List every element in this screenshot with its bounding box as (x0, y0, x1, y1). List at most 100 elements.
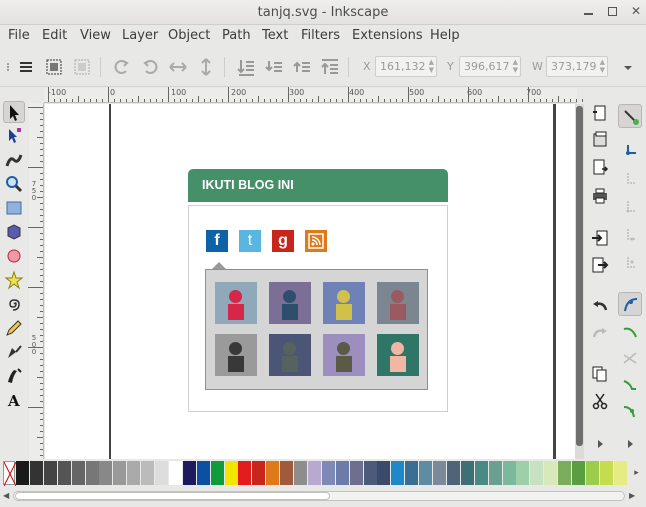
color-swatch[interactable] (585, 461, 599, 485)
spin-arrows-icon[interactable]: ▲ ▼ (600, 58, 605, 74)
vertical-scrollbar[interactable] (575, 104, 584, 459)
more-options-button[interactable] (617, 56, 639, 78)
tweak-tool[interactable] (3, 149, 25, 171)
expand-snap-button[interactable] (618, 432, 642, 456)
avatar-thumbnail[interactable] (377, 334, 419, 376)
redo-button[interactable] (588, 321, 612, 345)
color-swatch[interactable] (224, 461, 238, 485)
color-swatch[interactable] (321, 461, 335, 485)
color-swatch[interactable] (377, 461, 391, 485)
color-swatch[interactable] (599, 461, 613, 485)
palette-menu-button[interactable]: ▸ (630, 461, 643, 485)
snap-bbox-button[interactable] (618, 139, 642, 163)
maximize-button[interactable] (603, 3, 621, 21)
color-swatch[interactable] (16, 461, 29, 485)
scroll-left-icon[interactable]: ◀ (3, 491, 9, 500)
color-swatch[interactable] (57, 461, 71, 485)
open-button[interactable] (588, 128, 612, 152)
menu-file[interactable]: File (8, 28, 30, 43)
spiral-tool[interactable] (3, 293, 25, 315)
close-button[interactable]: ✕ (627, 3, 645, 21)
color-swatch[interactable] (544, 461, 558, 485)
rotate-cw-button[interactable] (139, 56, 161, 78)
avatar-thumbnail[interactable] (215, 334, 257, 376)
color-swatch[interactable] (168, 461, 182, 485)
pen-tool[interactable] (3, 341, 25, 363)
color-swatch[interactable] (363, 461, 377, 485)
export-button[interactable] (588, 253, 612, 277)
flip-horizontal-button[interactable] (167, 56, 189, 78)
star-tool[interactable] (3, 269, 25, 291)
twitter-icon[interactable]: t (239, 230, 261, 252)
select-all-layers-button[interactable] (43, 56, 65, 78)
color-swatch[interactable] (182, 461, 196, 485)
snap-intersections-button[interactable] (618, 347, 642, 371)
avatar-thumbnail[interactable] (215, 282, 257, 324)
import-button[interactable] (588, 226, 612, 250)
spin-arrows-icon[interactable]: ▲ ▼ (513, 58, 518, 74)
color-swatch[interactable] (127, 461, 141, 485)
snap-bbox-edges-button[interactable] (618, 167, 642, 191)
color-swatch[interactable] (29, 461, 43, 485)
horizontal-scrollbar[interactable]: ◀ ▶ (0, 487, 646, 507)
rectangle-tool[interactable] (3, 197, 25, 219)
snap-bbox-corners-button[interactable] (618, 195, 642, 219)
avatar-thumbnail[interactable] (377, 282, 419, 324)
color-swatch[interactable] (141, 461, 155, 485)
menu-object[interactable]: Object (168, 28, 210, 43)
calligraphy-tool[interactable] (3, 365, 25, 387)
menu-path[interactable]: Path (222, 28, 251, 43)
scroll-right-icon[interactable]: ▶ (629, 491, 635, 500)
color-swatch[interactable] (433, 461, 446, 485)
color-swatch[interactable] (252, 461, 266, 485)
no-paint-swatch[interactable] (3, 461, 17, 487)
snap-nodes-button[interactable] (618, 292, 642, 316)
3d-box-tool[interactable] (3, 221, 25, 243)
new-document-button[interactable] (588, 101, 612, 125)
color-swatch[interactable] (294, 461, 307, 485)
snap-midpoints-button[interactable] (618, 223, 642, 247)
raise-to-top-button[interactable] (319, 56, 341, 78)
color-swatch[interactable] (85, 461, 99, 485)
color-swatch[interactable] (155, 461, 168, 485)
color-swatch[interactable] (572, 461, 585, 485)
x-field[interactable]: 161,132 ▲ ▼ (375, 56, 437, 77)
lower-button[interactable] (263, 56, 285, 78)
menu-layer[interactable]: Layer (122, 28, 158, 43)
print-button[interactable] (588, 184, 612, 208)
menu-extensions[interactable]: Extensions (352, 28, 423, 43)
color-swatch[interactable] (238, 461, 252, 485)
y-field[interactable]: 396,617 ▲ ▼ (459, 56, 521, 77)
expand-more-button[interactable] (588, 432, 612, 456)
color-swatch[interactable] (488, 461, 502, 485)
scrollbar-thumb[interactable] (15, 492, 330, 500)
rss-icon[interactable] (305, 230, 327, 252)
ellipse-tool[interactable] (3, 245, 25, 267)
color-swatch[interactable] (460, 461, 474, 485)
copy-button[interactable] (588, 362, 612, 386)
color-swatch[interactable] (335, 461, 349, 485)
color-swatch[interactable] (405, 461, 419, 485)
color-swatch[interactable] (71, 461, 85, 485)
color-swatch[interactable] (391, 461, 405, 485)
menu-filters[interactable]: Filters (301, 28, 340, 43)
snap-cusp-button[interactable] (618, 373, 642, 397)
color-swatch[interactable] (502, 461, 516, 485)
menu-text[interactable]: Text (262, 28, 288, 43)
drawing-canvas[interactable]: IKUTI BLOG INI f t g (45, 104, 575, 459)
color-swatch[interactable] (516, 461, 530, 485)
avatar-thumbnail[interactable] (269, 282, 311, 324)
facebook-icon[interactable]: f (206, 230, 228, 252)
color-swatch[interactable] (266, 461, 280, 485)
color-swatch[interactable] (446, 461, 460, 485)
color-swatch[interactable] (280, 461, 294, 485)
rotate-ccw-button[interactable] (111, 56, 133, 78)
color-swatch[interactable] (113, 461, 127, 485)
color-swatch[interactable] (419, 461, 433, 485)
select-all-button[interactable] (15, 56, 37, 78)
color-swatch[interactable] (196, 461, 210, 485)
deselect-button[interactable] (71, 56, 93, 78)
selector-tool[interactable] (3, 101, 25, 123)
snap-paths-button[interactable] (618, 321, 642, 345)
color-swatch[interactable] (349, 461, 363, 485)
